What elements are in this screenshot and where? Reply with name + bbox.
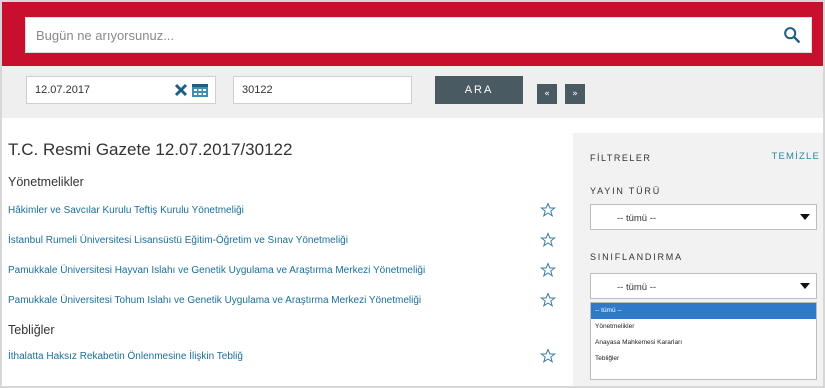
clear-date-icon[interactable] xyxy=(174,82,188,98)
next-issue-button[interactable]: » xyxy=(565,84,585,104)
filter-bar: ARA « » xyxy=(2,66,823,118)
favorite-star-icon[interactable] xyxy=(540,292,556,308)
favorite-star-icon[interactable] xyxy=(540,262,556,278)
publication-type-value: -- tümü -- xyxy=(617,213,657,224)
chevron-down-icon xyxy=(800,283,810,289)
classification-select[interactable]: -- tümü -- xyxy=(590,273,817,299)
favorite-star-icon[interactable] xyxy=(540,232,556,248)
filters-sidebar: FİLTRELER TEMİZLE YAYIN TÜRÜ -- tümü -- … xyxy=(573,133,823,386)
document-link[interactable]: Pamukkale Üniversitesi Tohum Islahı ve G… xyxy=(8,295,421,306)
date-field xyxy=(26,76,216,104)
chevron-down-icon xyxy=(800,214,810,220)
classification-label: SINIFLANDIRMA xyxy=(590,252,683,262)
previous-issue-button[interactable]: « xyxy=(537,84,557,104)
issue-number-input[interactable] xyxy=(234,77,411,103)
classification-dropdown: -- tümü -- Yönetmelikler Anayasa Mahkeme… xyxy=(590,302,817,380)
publication-type-label: YAYIN TÜRÜ xyxy=(590,186,662,196)
search-input[interactable] xyxy=(26,18,786,52)
page-frame: ARA « » T.C. Resmi Gazete 12.07.2017/301… xyxy=(0,0,825,388)
search-box xyxy=(25,17,812,53)
classification-value: -- tümü -- xyxy=(617,282,657,293)
classification-option[interactable]: -- tümü -- xyxy=(591,303,816,319)
classification-option[interactable]: Anayasa Mahkemesi Kararları xyxy=(591,335,816,351)
document-link[interactable]: Pamukkale Üniversitesi Hayvan Islahı ve … xyxy=(8,265,425,276)
document-link[interactable]: Hâkimler ve Savcılar Kurulu Teftiş Kurul… xyxy=(8,205,244,216)
section-heading-communiques: Tebliğler xyxy=(8,323,55,337)
main-content: T.C. Resmi Gazete 12.07.2017/30122 Yönet… xyxy=(8,118,568,386)
classification-option[interactable]: Tebliğler xyxy=(591,351,816,367)
top-search-bar xyxy=(2,2,823,66)
calendar-icon[interactable] xyxy=(191,82,209,98)
search-button[interactable]: ARA xyxy=(435,76,523,104)
document-link[interactable]: İstanbul Rumeli Üniversitesi Lisansüstü … xyxy=(8,235,348,246)
search-icon[interactable] xyxy=(783,26,801,44)
filters-title: FİLTRELER xyxy=(590,153,652,163)
clear-filters-link[interactable]: TEMİZLE xyxy=(771,151,820,162)
document-link[interactable]: İthalatta Haksız Rekabetin Önlenmesine İ… xyxy=(8,351,243,362)
publication-type-select[interactable]: -- tümü -- xyxy=(590,204,817,230)
favorite-star-icon[interactable] xyxy=(540,348,556,364)
favorite-star-icon[interactable] xyxy=(540,202,556,218)
issue-number-field xyxy=(233,76,412,104)
page-title: T.C. Resmi Gazete 12.07.2017/30122 xyxy=(8,140,293,159)
date-input[interactable] xyxy=(27,77,183,103)
section-heading-regulations: Yönetmelikler xyxy=(8,175,84,189)
classification-option[interactable]: Yönetmelikler xyxy=(591,319,816,335)
